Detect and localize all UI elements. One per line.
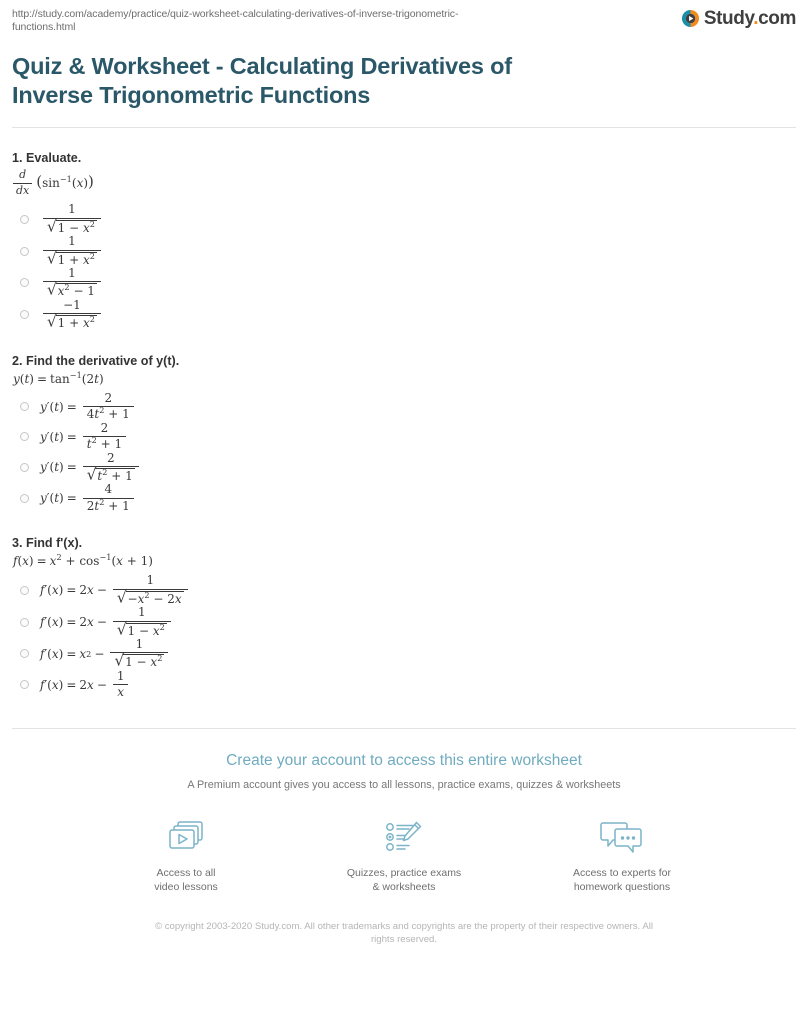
cta-title: Create your account to access this entir… (226, 751, 582, 769)
feature-quizzes-line2: & worksheets (372, 880, 436, 893)
option-3c-math: f ′(x) = x 2−1 √ 1 − x2 (40, 637, 171, 670)
option-2d[interactable]: y ′(t) = 4 2t2 + 1 (12, 482, 796, 513)
option-2d-math: y ′(t) = 4 2t2 + 1 (40, 482, 137, 513)
question-1: 1. Evaluate. d dx (sin−1(x)) 1 √ 1 − x2 1 √ 1 … (12, 150, 796, 331)
option-3b[interactable]: f ′(x) = 2 x −1 √ 1 − x2 (12, 605, 796, 638)
cta-divider (12, 727, 796, 729)
option-1d-math: −1 √ 1 + x2 (40, 298, 104, 331)
page-header: http://study.com/academy/practice/quiz-w… (0, 0, 808, 34)
feature-experts-label: Access to experts for homework questions (552, 866, 692, 894)
question-1-expression: d dx (sin−1(x)) (13, 168, 796, 197)
option-3c[interactable]: f ′(x) = x 2−1 √ 1 − x2 (12, 637, 796, 670)
radio-button[interactable] (20, 214, 29, 224)
option-2b[interactable]: y ′(t) = 2 t2 + 1 (12, 421, 796, 452)
cta-section: Create your account to access this entir… (0, 751, 808, 960)
option-1a-math: 1 √ 1 − x2 (40, 202, 104, 235)
play-circle-icon (681, 9, 700, 28)
radio-button[interactable] (20, 402, 29, 412)
option-1b-math: 1 √ 1 + x2 (40, 234, 104, 267)
feature-experts-line2: homework questions (573, 880, 671, 893)
copyright-text: © copyright 2003-2020 Study.com. All oth… (154, 920, 654, 945)
cta-subtitle: A Premium account gives you access to al… (187, 778, 621, 791)
question-1-options: 1 √ 1 − x2 1 √ 1 + x2 1 √ x2 − 1 −1 √ 1 … (12, 202, 796, 331)
radio-button[interactable] (20, 617, 29, 627)
option-3a[interactable]: f ′(x) = 2 x −1 √ −x2 − 2x (12, 573, 796, 606)
features-row: Access to all video lessons Quizzes, pra… (12, 816, 796, 894)
radio-button[interactable] (20, 680, 29, 690)
feature-quizzes-line1: Quizzes, practice exams (346, 866, 462, 879)
option-1a[interactable]: 1 √ 1 − x2 (12, 202, 796, 235)
url-text: http://study.com/academy/practice/quiz-w… (12, 8, 459, 33)
option-2c-math: y ′(t) = 2 √ t2 + 1 (40, 451, 142, 484)
question-2-options: y ′(t) = 2 4t2 + 1 y ′(t) = 2 t2 + 1 y ′(t) = 2 √ t2 … (12, 391, 796, 514)
radio-button[interactable] (20, 493, 29, 503)
quiz-pencil-icon (334, 816, 474, 860)
option-1c-math: 1 √ x2 − 1 (40, 266, 104, 299)
option-3d-math: f ′(x) = 2 x −1 x (40, 669, 132, 700)
logo-com: com (758, 8, 796, 29)
radio-button[interactable] (20, 278, 29, 288)
title-divider (12, 127, 796, 128)
feature-quizzes: Quizzes, practice exams & worksheets (334, 816, 474, 894)
radio-button[interactable] (20, 649, 29, 659)
study-com-logo[interactable]: Study.com (681, 8, 796, 28)
feature-video-lessons: Access to all video lessons (116, 816, 256, 894)
question-2-prompt: 2. Find the derivative of y(t). (12, 353, 180, 368)
radio-button[interactable] (20, 432, 29, 442)
question-1-prompt: 1. Evaluate. (12, 151, 82, 165)
feature-video-label: Access to all video lessons (116, 866, 256, 894)
worksheet-page: http://study.com/academy/practice/quiz-w… (0, 0, 808, 1024)
logo-name: Study (703, 8, 754, 29)
option-2a[interactable]: y ′(t) = 2 4t2 + 1 (12, 391, 796, 422)
feature-video-line2: video lessons (154, 880, 218, 893)
question-3-options: f ′(x) = 2 x −1 √ −x2 − 2x f ′(x) = 2 x −1 √ 1 − x2 f ′… (12, 573, 796, 700)
question-2: 2. Find the derivative of y(t). y(t) = tan… (12, 353, 796, 514)
option-2b-math: y ′(t) = 2 t2 + 1 (40, 421, 129, 452)
feature-video-line1: Access to all (156, 866, 216, 879)
option-2a-math: y ′(t) = 2 4t2 + 1 (40, 391, 137, 422)
questions-list: 1. Evaluate. d dx (sin−1(x)) 1 √ 1 − x2 1 √ 1 … (0, 150, 808, 700)
option-1d[interactable]: −1 √ 1 + x2 (12, 298, 796, 331)
option-3a-math: f ′(x) = 2 x −1 √ −x2 − 2x (40, 573, 191, 606)
option-2c[interactable]: y ′(t) = 2 √ t2 + 1 (12, 451, 796, 484)
question-3: 3. Find f'(x). f(x) = x2 + cos−1(x + 1) f ′… (12, 535, 796, 700)
option-3b-math: f ′(x) = 2 x −1 √ 1 − x2 (40, 605, 174, 638)
option-1c[interactable]: 1 √ x2 − 1 (12, 266, 796, 299)
question-3-prompt: 3. Find f'(x). (12, 536, 83, 551)
radio-button[interactable] (20, 310, 29, 320)
feature-experts: Access to experts for homework questions (552, 816, 692, 894)
feature-quizzes-label: Quizzes, practice exams & worksheets (334, 866, 474, 894)
page-title: Quiz & Worksheet - Calculating Derivativ… (12, 53, 512, 108)
radio-button[interactable] (20, 462, 29, 472)
radio-button[interactable] (20, 585, 29, 595)
chat-bubbles-icon (552, 816, 692, 860)
video-cards-icon (116, 816, 256, 860)
feature-experts-line1: Access to experts for (572, 866, 672, 879)
option-1b[interactable]: 1 √ 1 + x2 (12, 234, 796, 267)
question-2-expression: y(t) = tan−1(2t) (13, 369, 104, 386)
question-3-expression: f(x) = x2 + cos−1(x + 1) (13, 552, 153, 569)
option-3d[interactable]: f ′(x) = 2 x −1 x (12, 669, 796, 700)
radio-button[interactable] (20, 246, 29, 256)
logo-wordmark: Study.com (703, 8, 797, 29)
